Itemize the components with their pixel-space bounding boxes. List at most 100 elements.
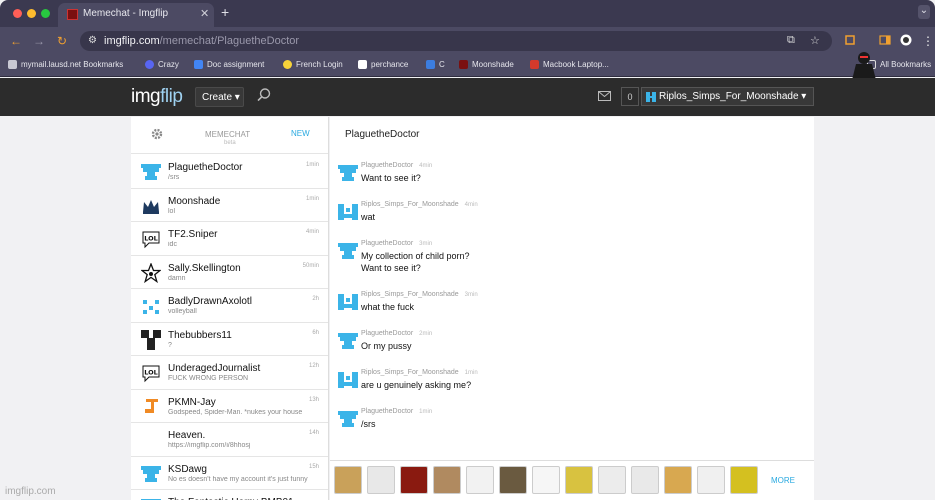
conversation-item[interactable]: PKMN-Jay Godspeed, Spider-Man. *nukes you… (131, 390, 328, 423)
conversation-name: Sally.Skellington (168, 262, 241, 274)
extension-puzzle-icon[interactable] (844, 34, 856, 46)
dots-icon (141, 296, 161, 316)
conversation-name: Thebubbers11 (168, 329, 232, 341)
trollface-meme[interactable] (631, 466, 659, 494)
sidepanel-icon[interactable] (879, 34, 891, 46)
doge-meme[interactable] (664, 466, 692, 494)
conversation-item[interactable]: The Fantastic Harpy BMB01 (131, 490, 328, 500)
conversation-time: 14h (308, 430, 319, 436)
jesus-meme[interactable] (433, 466, 461, 494)
conversation-preview: volleyball (168, 308, 197, 315)
character-silhouette-icon (852, 52, 876, 80)
explosion-meme[interactable] (400, 466, 428, 494)
conversation-name: PlaguetheDoctor (168, 162, 243, 173)
conversation-item[interactable]: LOL UnderagedJournalist FUCK WRONG PERSON 1… (131, 356, 328, 390)
conversation-name: BadlyDrawnAxolotl (168, 296, 252, 307)
message-author[interactable]: PlaguetheDoctor 2min (361, 330, 432, 337)
conversation-item[interactable]: Thebubbers11? 6h (131, 323, 328, 356)
beta-label: beta (224, 140, 236, 146)
conversation-time: 4min (305, 229, 319, 235)
message-author[interactable]: Riplos_Simps_For_Moonshade 4min (361, 201, 478, 208)
notification-count[interactable]: 0 (621, 87, 639, 106)
site-info-icon[interactable]: ⚙ (88, 35, 97, 46)
message-author[interactable]: PlaguetheDoctor 4min (361, 162, 432, 169)
message-author[interactable]: Riplos_Simps_For_Moonshade 3min (361, 291, 478, 298)
new-tab-button[interactable]: + (221, 4, 229, 20)
pixel-cyan-icon[interactable] (338, 409, 358, 429)
tab-close-icon[interactable]: ✕ (200, 7, 209, 20)
troll-face-meme[interactable] (598, 466, 626, 494)
user-avatar-icon[interactable] (338, 370, 358, 390)
profile-avatar-icon[interactable] (900, 34, 912, 46)
conversation-preview: idc (168, 241, 177, 248)
imgflip-header: imgflip Create ▾ 0 Riplos_Simps_For_Moon… (0, 78, 935, 116)
sidebar-header: MEMECHAT beta NEW (131, 117, 328, 154)
conversation-preview: Godspeed, Spider-Man. *nukes your house (168, 408, 303, 416)
minimize-window-button[interactable] (27, 9, 36, 18)
conversation-name: UnderagedJournalist (168, 363, 261, 374)
rage-face-meme[interactable] (367, 466, 395, 494)
conversation-preview: https://imgflip.com/i/8hhosj (168, 442, 251, 449)
bookmark-star-icon[interactable]: ☆ (810, 34, 820, 47)
bookmark-item[interactable]: Doc assignment (194, 60, 264, 69)
bookmark-item[interactable]: Crazy (145, 60, 179, 69)
gear-icon[interactable] (150, 127, 164, 141)
user-avatar-icon[interactable] (338, 292, 358, 312)
conversation-preview: /srs (168, 174, 180, 181)
j-icon (141, 397, 161, 417)
lol-face-meme[interactable] (697, 466, 725, 494)
message-author[interactable]: Riplos_Simps_For_Moonshade 1min (361, 369, 478, 376)
mail-icon[interactable] (598, 91, 611, 101)
reload-icon[interactable]: ↻ (57, 34, 67, 48)
svg-text:LOL: LOL (144, 235, 158, 243)
maximize-window-button[interactable] (41, 9, 50, 18)
conversation-item[interactable]: LOL TF2.Sniper idc 4min (131, 222, 328, 256)
bookmark-item[interactable]: Macbook Laptop... (530, 60, 609, 69)
pencil-meme[interactable] (565, 466, 593, 494)
conversation-preview: lol (168, 207, 176, 215)
close-window-button[interactable] (13, 9, 22, 18)
message-text: wat (361, 212, 376, 222)
address-bar[interactable]: ⚙ imgflip.com/memechat/PlaguetheDoctor ⧉… (80, 31, 832, 51)
sidebar-title: MEMECHAT (205, 130, 251, 139)
crown-icon (141, 196, 161, 216)
bookmark-item[interactable]: perchance (358, 60, 408, 69)
bookmark-item[interactable]: mymail.lausd.net Bookmarks (8, 60, 123, 69)
doge-jet-meme[interactable] (499, 466, 527, 494)
back-arrow-icon[interactable]: ← (10, 34, 22, 48)
conversation-item[interactable]: KSDawg No es doesn't have my account it's… (131, 457, 328, 490)
cat-meme[interactable] (334, 466, 362, 494)
message-author[interactable]: PlaguetheDoctor 3min (361, 240, 432, 247)
tab-search-button[interactable]: ⌄ (918, 5, 930, 19)
cast-icon[interactable]: ⧉ (787, 34, 795, 47)
create-dropdown-button[interactable]: Create ▾ (195, 87, 244, 107)
new-chat-button[interactable]: NEW (291, 129, 310, 138)
blank-face-meme[interactable] (532, 466, 560, 494)
pixel-cyan-icon[interactable] (338, 241, 358, 261)
conversation-item[interactable]: Sally.Skellington damn 50min (131, 256, 328, 289)
browser-window: Memechat - Imgflip ✕ + ⌄ ← → ↻ ⚙ imgflip… (0, 0, 935, 500)
pixel-cyan-icon[interactable] (338, 163, 358, 183)
conversation-item[interactable]: BadlyDrawnAxolotl volleyball 2h (131, 289, 328, 323)
imgflip-logo[interactable]: imgflip (131, 86, 183, 108)
conversation-name: Heaven. (168, 430, 206, 441)
forever-alone-meme[interactable] (466, 466, 494, 494)
spongebob-meme[interactable] (730, 466, 758, 494)
conversation-item[interactable]: Moonshade lol 1min (131, 189, 328, 222)
message-author[interactable]: PlaguetheDoctor 1min (361, 408, 432, 415)
message-text: Or my pussy (361, 341, 412, 351)
more-memes-button[interactable]: MORE (771, 476, 795, 485)
pixel-cyan-icon[interactable] (338, 331, 358, 351)
conversation-item[interactable]: PlaguetheDoctor/srs 1min (131, 155, 328, 189)
search-icon[interactable] (256, 87, 272, 103)
browser-menu-icon[interactable]: ⋮ (922, 34, 934, 48)
message-text: what the fuck (361, 302, 415, 312)
bookmark-item[interactable]: French Login (283, 60, 343, 69)
user-menu-button[interactable]: Riplos_Simps_For_Moonshade ▾ (641, 87, 814, 106)
tab-memechat[interactable]: Memechat - Imgflip ✕ (58, 3, 214, 27)
user-avatar-icon[interactable] (338, 202, 358, 222)
forward-arrow-icon[interactable]: → (33, 34, 45, 48)
bookmark-item[interactable]: C (426, 60, 445, 69)
conversation-item[interactable]: Heaven. https://imgflip.com/i/8hhosj 14h (131, 423, 328, 457)
bookmark-item[interactable]: Moonshade (459, 60, 514, 69)
